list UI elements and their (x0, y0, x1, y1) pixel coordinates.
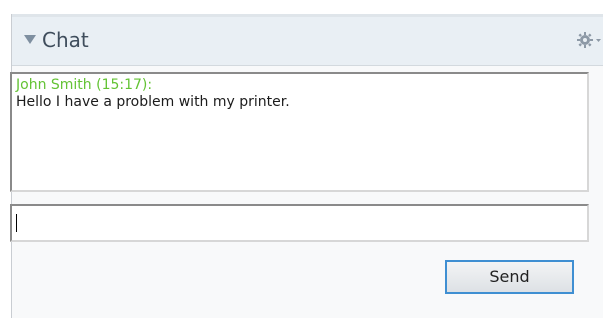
message-author: John Smith (15:17): (16, 77, 153, 93)
chat-messages-area[interactable]: John Smith (15:17): Hello I have a probl… (10, 72, 589, 192)
panel-title: Chat (42, 28, 89, 52)
text-cursor (16, 214, 17, 232)
chat-panel-header[interactable]: Chat (12, 14, 603, 66)
collapse-triangle-icon[interactable] (24, 35, 36, 44)
gear-icon (577, 32, 601, 48)
send-button[interactable]: Send (445, 260, 574, 294)
chat-message-input[interactable] (10, 204, 589, 242)
settings-menu-button[interactable] (576, 29, 602, 51)
message-text: Hello I have a problem with my printer. (16, 94, 290, 110)
